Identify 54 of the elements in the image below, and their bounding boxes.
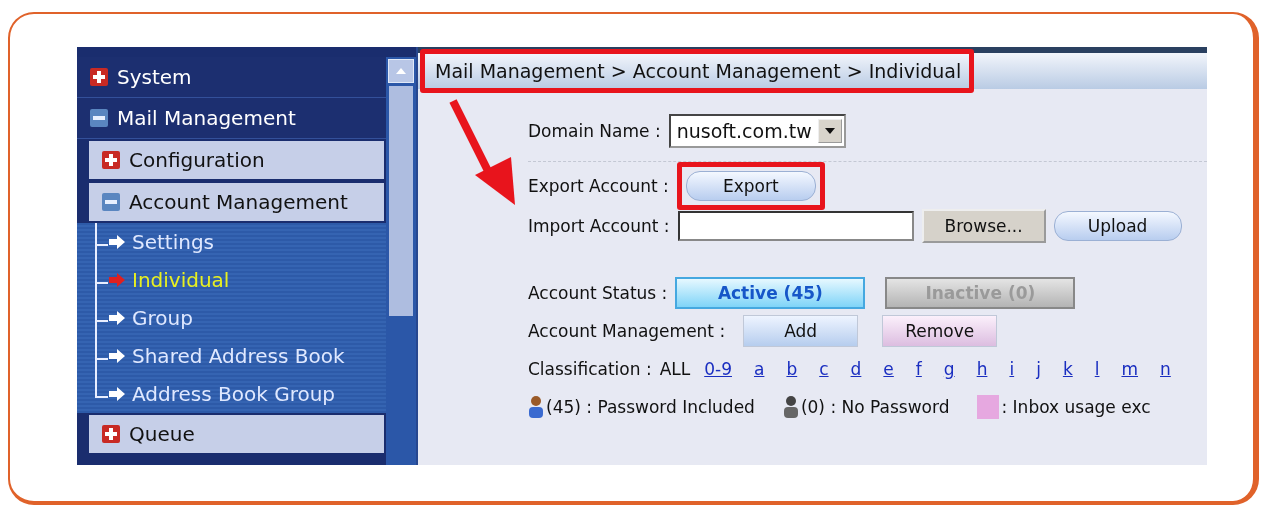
domain-select[interactable]: nusoft.com.tw — [668, 114, 846, 148]
nav-item[interactable]: Shared Address Book — [132, 344, 345, 368]
current-filter: ALL — [659, 359, 691, 379]
filter-link[interactable]: i — [1009, 359, 1015, 379]
legend-text: (45) : Password Included — [546, 397, 755, 417]
filter-link[interactable]: k — [1062, 359, 1073, 379]
filter-link[interactable]: 0-9 — [704, 359, 732, 379]
field-label: Account Management : — [528, 321, 726, 341]
file-path-field[interactable] — [677, 211, 914, 241]
tree-line-icon — [95, 299, 108, 337]
filter-link[interactable]: n — [1160, 359, 1171, 379]
nav-item[interactable]: Configuration — [89, 141, 384, 179]
browse-button[interactable]: Browse... — [921, 209, 1046, 243]
field-label: Import Account : — [528, 216, 670, 236]
legend-text: : Inbox usage exc — [1001, 397, 1151, 417]
nav-item[interactable]: Address Book Group — [132, 382, 336, 406]
breadcrumb: Mail Management > Account Management > Individual — [420, 49, 975, 93]
tree-line-icon — [95, 223, 108, 261]
filter-link[interactable]: c — [819, 359, 829, 379]
filter-link[interactable]: m — [1121, 359, 1139, 379]
filter-link[interactable]: h — [976, 359, 988, 379]
filter-link[interactable]: e — [883, 359, 894, 379]
expand-icon[interactable] — [101, 150, 121, 170]
export-button[interactable]: Export — [685, 171, 816, 201]
collapse-icon[interactable] — [89, 108, 109, 128]
field-label: Domain Name : — [528, 121, 661, 141]
user-icon — [782, 395, 799, 419]
filter-link[interactable]: a — [754, 359, 765, 379]
nav-item[interactable]: Settings — [132, 230, 215, 254]
upload-button[interactable]: Upload — [1053, 211, 1182, 241]
field-label: Export Account : — [528, 176, 669, 196]
status-tab[interactable]: Active (45) — [675, 277, 866, 309]
expand-icon[interactable] — [89, 67, 109, 87]
nav-item[interactable]: Group — [132, 306, 193, 330]
legend-text: (0) : No Password — [800, 397, 950, 417]
field-label: Classification : — [528, 359, 652, 379]
filter-link[interactable]: l — [1094, 359, 1100, 379]
remove-button[interactable]: Remove — [882, 315, 998, 347]
filter-link[interactable]: g — [943, 359, 955, 379]
tree-line-icon — [95, 261, 108, 299]
user-icon — [528, 395, 544, 419]
filter-link[interactable]: f — [915, 359, 922, 379]
filter-link[interactable]: b — [786, 359, 798, 379]
up-arrow-icon — [395, 67, 407, 75]
nav-item[interactable]: Individual — [132, 268, 230, 292]
field-label: Account Status : — [528, 283, 668, 303]
filter-link[interactable]: d — [850, 359, 862, 379]
filter-link[interactable]: j — [1036, 359, 1041, 379]
add-button[interactable]: Add — [743, 315, 859, 347]
nav-item[interactable]: Account Management — [89, 183, 384, 221]
expand-icon[interactable] — [101, 424, 121, 444]
scrollbar-thumb[interactable] — [389, 86, 413, 316]
dropdown-arrow-icon — [824, 128, 835, 134]
nav-item[interactable]: Queue — [89, 415, 384, 453]
